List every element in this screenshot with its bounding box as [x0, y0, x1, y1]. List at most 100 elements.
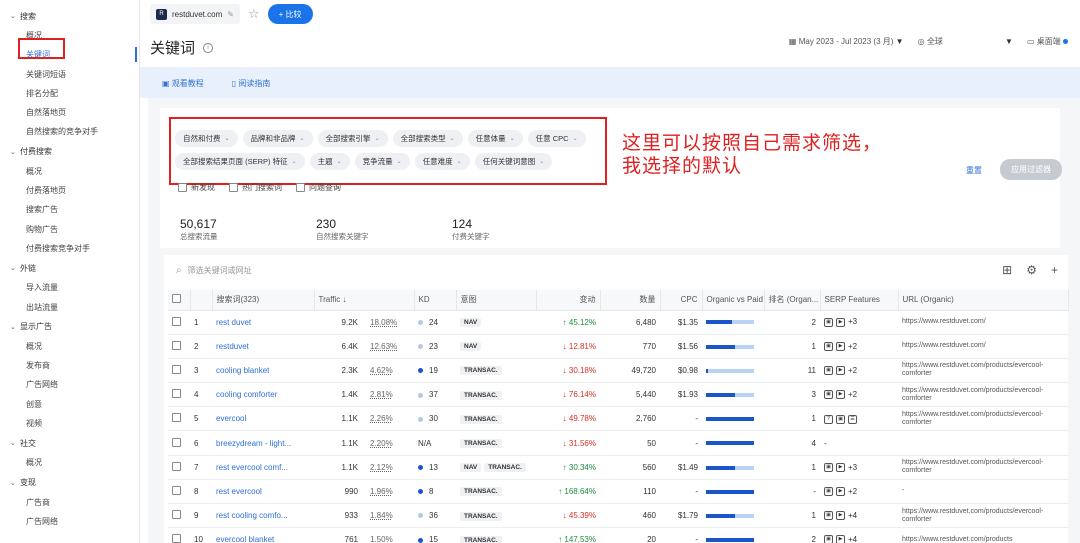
watch-tutorial-link[interactable]: ▣ 观看教程	[162, 78, 204, 89]
organic-url-link[interactable]: https://www.restduvet.com/products/everc…	[898, 382, 1068, 408]
column-header[interactable]: 意图	[456, 290, 537, 311]
sidebar-item[interactable]: 搜索广告	[0, 200, 139, 219]
row-select-cell[interactable]	[168, 503, 190, 529]
checkbox[interactable]	[172, 316, 181, 326]
filter-checkbox[interactable]: 新发现	[178, 182, 215, 193]
column-header[interactable]: 搜索词(323)	[212, 290, 315, 311]
sidebar-item[interactable]: 自然搜索的竞争对手	[0, 122, 139, 141]
sidebar-item[interactable]: 广告网络	[0, 375, 139, 394]
checkbox[interactable]	[172, 294, 181, 304]
checkbox[interactable]	[229, 183, 238, 192]
search-input[interactable]: 筛选关键词或网址	[188, 265, 252, 276]
checkbox[interactable]	[172, 389, 181, 399]
sidebar-section[interactable]: ⌄ 外链	[0, 258, 139, 278]
sidebar-section[interactable]: ⌄ 显示广告	[0, 317, 139, 337]
sidebar-item[interactable]: 视频	[0, 414, 139, 433]
organic-url-link[interactable]: https://www.restduvet.com/products/everc…	[898, 406, 1068, 432]
serp-more-count[interactable]: +2	[848, 390, 857, 399]
keyword-link[interactable]: cooling blanket	[212, 358, 314, 384]
sidebar-section[interactable]: ⌄ 社交	[0, 433, 139, 453]
domain-chip[interactable]: R restduvet.com ✎	[150, 4, 240, 24]
checkbox[interactable]	[172, 437, 181, 447]
column-header[interactable]: CPC	[660, 290, 703, 311]
keyword-link[interactable]: breezydream - light...	[212, 430, 314, 456]
sidebar-item[interactable]: 付费落地页	[0, 181, 139, 200]
checkbox[interactable]	[172, 413, 181, 423]
checkbox[interactable]	[172, 534, 181, 543]
row-select-cell[interactable]	[168, 406, 190, 432]
filter-checkbox[interactable]: 热门搜索词	[229, 182, 282, 193]
info-icon[interactable]: i	[203, 42, 214, 53]
serp-more-count[interactable]: +2	[848, 487, 857, 496]
date-range-picker[interactable]: ▦ May 2023 - Jul 2023 (3 月) ▼	[789, 36, 904, 47]
column-header[interactable]: 排名 (Organ...	[764, 290, 821, 311]
row-select-cell[interactable]	[168, 334, 190, 359]
keyword-link[interactable]: rest duvet	[212, 310, 314, 335]
keyword-link[interactable]: rest evercool	[212, 479, 314, 505]
select-all-cell[interactable]	[168, 290, 191, 311]
row-select-cell[interactable]	[168, 527, 190, 543]
add-icon[interactable]: +	[1051, 263, 1058, 277]
table-search[interactable]: ⌕ 筛选关键词或网址	[176, 265, 252, 276]
row-select-cell[interactable]	[168, 430, 190, 456]
edit-icon[interactable]: ✎	[227, 10, 234, 19]
column-header[interactable]: Traffic ↓	[314, 290, 415, 311]
organic-url-link[interactable]: https://www.restduvet.com/products/everc…	[898, 503, 1068, 529]
column-header[interactable]: 数量	[600, 290, 661, 311]
export-icon[interactable]: ⊞	[1002, 263, 1012, 277]
sidebar-section[interactable]: ⌄ 搜索	[0, 6, 139, 26]
settings-icon[interactable]: ⚙	[1026, 263, 1037, 277]
sidebar-section[interactable]: ⌄ 变现	[0, 473, 139, 493]
keyword-link[interactable]: restduvet	[212, 334, 314, 359]
checkbox[interactable]	[172, 461, 181, 471]
column-header[interactable]: URL (Organic)	[898, 290, 1069, 311]
checkbox[interactable]	[172, 485, 181, 495]
column-header[interactable]: KD	[414, 290, 457, 311]
sidebar-item[interactable]: 自然落地页	[0, 103, 139, 122]
keyword-link[interactable]: rest cooling comfo...	[212, 503, 314, 529]
organic-url-link[interactable]: https://www.restduvet.com/	[898, 334, 1068, 359]
serp-more-count[interactable]: +3	[848, 317, 857, 326]
row-select-cell[interactable]	[168, 310, 190, 335]
sidebar-item[interactable]: 创意	[0, 395, 139, 414]
serp-more-count[interactable]: +4	[848, 511, 857, 520]
sidebar-section[interactable]: ⌄ 付费搜索	[0, 142, 139, 162]
row-select-cell[interactable]	[168, 479, 190, 505]
column-header[interactable]: Organic vs Paid	[702, 290, 765, 311]
column-header[interactable]: 变动	[536, 290, 601, 311]
sidebar-item[interactable]: 导入流量	[0, 278, 139, 297]
filter-checkbox[interactable]: 问题查询	[296, 182, 341, 193]
serp-more-count[interactable]: +2	[848, 366, 857, 375]
sidebar-item[interactable]: 出站流量	[0, 298, 139, 317]
checkbox[interactable]	[172, 510, 181, 520]
keyword-link[interactable]: cooling comforter	[212, 382, 314, 408]
sidebar-item[interactable]: 广告网络	[0, 512, 139, 531]
organic-url-link[interactable]: -	[898, 479, 1068, 505]
keyword-link[interactable]: evercool	[212, 406, 314, 432]
organic-url-link[interactable]: https://www.restduvet.com/products	[898, 527, 1068, 543]
row-select-cell[interactable]	[168, 455, 190, 480]
organic-url-link[interactable]	[898, 430, 1068, 456]
sidebar-item[interactable]: 购物广告	[0, 220, 139, 239]
serp-more-count[interactable]: +3	[848, 463, 857, 472]
column-header[interactable]: SERP Features	[820, 290, 899, 311]
compare-button[interactable]: + 比较	[267, 4, 313, 24]
star-icon[interactable]: ☆	[248, 6, 260, 22]
sidebar-item[interactable]: 概况	[0, 453, 139, 472]
row-select-cell[interactable]	[168, 358, 190, 384]
keyword-link[interactable]: evercool blanket	[212, 527, 314, 543]
sidebar-item[interactable]: 发布商	[0, 356, 139, 375]
organic-url-link[interactable]: https://www.restduvet.com/products/everc…	[898, 358, 1068, 384]
device-selector[interactable]: ▭ 桌面端	[1027, 36, 1068, 47]
checkbox[interactable]	[178, 183, 187, 192]
sidebar-item[interactable]: 付费搜索竞争对手	[0, 239, 139, 258]
checkbox[interactable]	[172, 364, 181, 374]
serp-more-count[interactable]: +4	[848, 535, 857, 543]
sidebar-item[interactable]: 广告商	[0, 493, 139, 512]
sidebar-item[interactable]: 概况	[0, 26, 139, 45]
keyword-link[interactable]: rest evercool comf...	[212, 455, 314, 480]
reading-guide-link[interactable]: ▯ 阅读指南	[232, 78, 271, 89]
sidebar-item[interactable]: 排名分配	[0, 84, 139, 103]
checkbox[interactable]	[172, 340, 181, 350]
row-select-cell[interactable]	[168, 382, 190, 408]
